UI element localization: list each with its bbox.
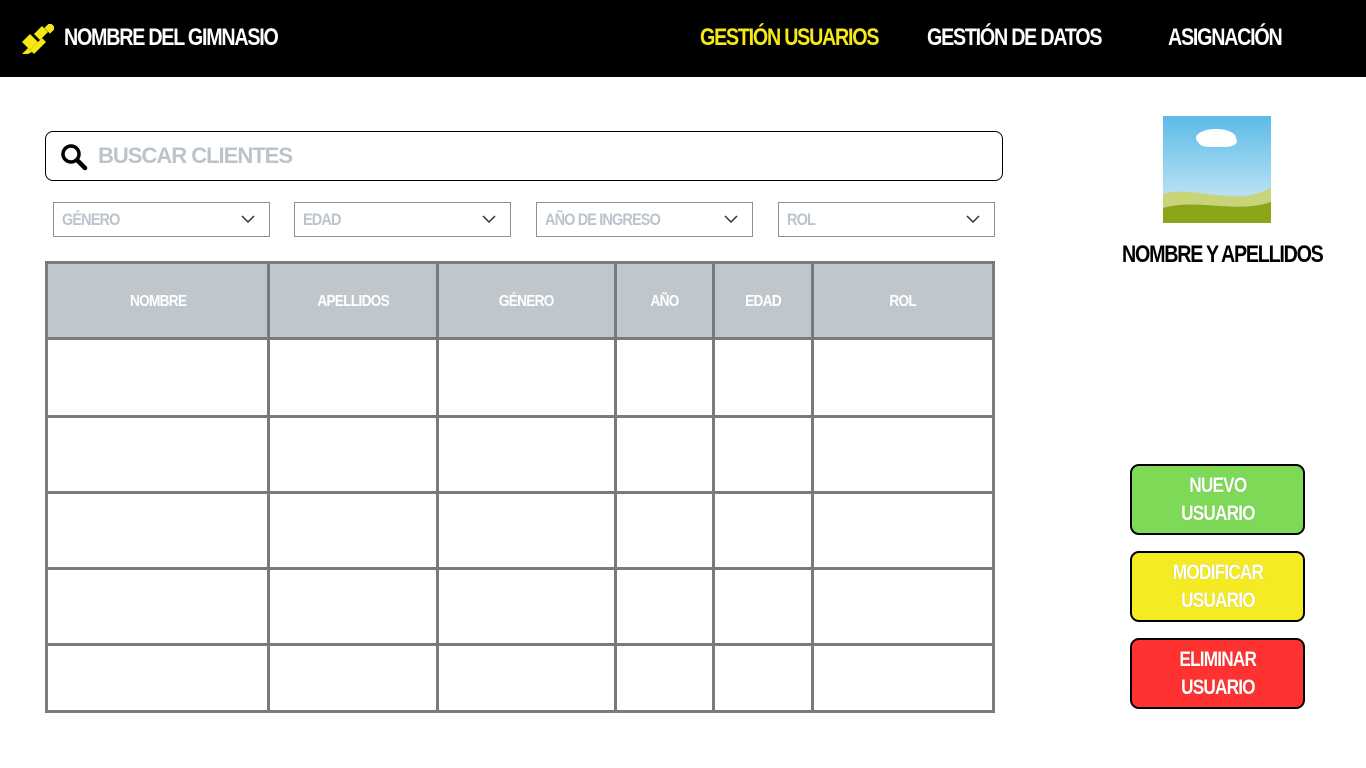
- filter-edad-label: EDAD: [303, 210, 341, 229]
- filter-genero-dropdown[interactable]: GÉNERO: [53, 202, 270, 237]
- row-divider: [48, 567, 992, 570]
- column-header-genero[interactable]: GÉNERO: [439, 290, 614, 314]
- search-bar: [45, 131, 1003, 181]
- chevron-down-icon: [966, 215, 980, 224]
- nav-gestion-usuarios[interactable]: GESTIÓN USUARIOS: [700, 22, 879, 54]
- modify-user-button[interactable]: MODIFICAR USUARIO: [1130, 551, 1305, 622]
- filter-edad-dropdown[interactable]: EDAD: [294, 202, 511, 237]
- filter-rol-dropdown[interactable]: ROL: [778, 202, 995, 237]
- filter-rol-label: ROL: [787, 210, 816, 229]
- filter-ano-ingreso-label: AÑO DE INGRESO: [545, 210, 661, 229]
- column-header-apellidos[interactable]: APELLIDOS: [270, 290, 436, 314]
- search-input[interactable]: [98, 138, 978, 174]
- filter-ano-ingreso-dropdown[interactable]: AÑO DE INGRESO: [536, 202, 753, 237]
- filter-genero-label: GÉNERO: [62, 210, 120, 229]
- nav-asignacion[interactable]: ASIGNACIÓN: [1168, 22, 1283, 54]
- table-header: NOMBRE APELLIDOS GÉNERO AÑO EDAD ROL: [48, 264, 992, 340]
- chevron-down-icon: [724, 215, 738, 224]
- chevron-down-icon: [241, 215, 255, 224]
- user-photo-placeholder: [1163, 116, 1271, 223]
- users-table: NOMBRE APELLIDOS GÉNERO AÑO EDAD ROL: [45, 261, 995, 713]
- column-header-nombre[interactable]: NOMBRE: [48, 290, 268, 314]
- column-header-ano[interactable]: AÑO: [617, 290, 712, 314]
- chevron-down-icon: [482, 215, 496, 224]
- column-header-edad[interactable]: EDAD: [715, 290, 811, 314]
- row-divider: [48, 491, 992, 494]
- gym-name: NOMBRE DEL GIMNASIO: [64, 24, 279, 51]
- row-divider: [48, 415, 992, 418]
- column-header-rol[interactable]: ROL: [814, 290, 992, 314]
- gym-logo-icon: [22, 24, 54, 54]
- new-user-button[interactable]: NUEVO USUARIO: [1130, 464, 1305, 535]
- search-icon[interactable]: [60, 143, 88, 171]
- delete-user-button[interactable]: ELIMINAR USUARIO: [1130, 638, 1305, 709]
- top-navigation-bar: NOMBRE DEL GIMNASIO GESTIÓN USUARIOS GES…: [0, 0, 1366, 77]
- nav-gestion-de-datos[interactable]: GESTIÓN DE DATOS: [927, 22, 1102, 54]
- row-divider: [48, 643, 992, 646]
- profile-full-name: NOMBRE Y APELLIDOS: [1122, 241, 1324, 268]
